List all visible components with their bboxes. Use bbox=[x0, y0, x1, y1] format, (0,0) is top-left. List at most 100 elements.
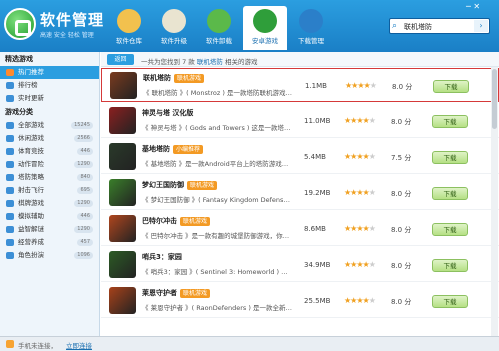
game-badge: 联机游戏 bbox=[180, 217, 211, 226]
game-thumbnail[interactable] bbox=[109, 143, 136, 170]
sidebar-item[interactable]: 角色扮演 1096 bbox=[0, 249, 99, 262]
game-row[interactable]: 巴特尔冲击 联机游戏《 巴特尔冲击 》是一款有趣的城堡防御游戏，你需要 ... 8.… bbox=[101, 212, 499, 246]
game-size: 5.4MB bbox=[304, 153, 326, 161]
game-size: 1.1MB bbox=[305, 82, 327, 90]
game-title[interactable]: 神灵与塔 汉化版 bbox=[142, 108, 193, 118]
game-row[interactable]: 联机塔防 联机游戏《 联机塔防 》( Monstroz ) 是一款塔防联机游戏 .… bbox=[101, 68, 499, 102]
nav-download-manager[interactable]: 下载管理 bbox=[289, 6, 333, 50]
scrollbar[interactable] bbox=[491, 67, 498, 336]
sidebar-item[interactable]: 益智解谜 1290 bbox=[0, 223, 99, 236]
rating-stars: ★★★★★ bbox=[345, 81, 377, 90]
sidebar-item-label: 全部游戏 bbox=[18, 121, 44, 129]
sidebar-item[interactable]: 棋牌游戏 1290 bbox=[0, 197, 99, 210]
item-count-badge: 15245 bbox=[71, 122, 93, 129]
sidebar-item[interactable]: 动作冒险 1290 bbox=[0, 158, 99, 171]
game-title[interactable]: 梦幻王国防御 联机游戏 bbox=[142, 180, 218, 190]
sidebar: 精选游戏 热门推荐 排行榜 实时更新 游戏分类 全部游戏 15245 休闲游戏 2566 体… bbox=[0, 52, 100, 336]
search-input[interactable]: 联机塔防 bbox=[404, 22, 432, 32]
category-icon bbox=[6, 174, 14, 181]
game-title[interactable]: 莱恩守护者 联机游戏 bbox=[142, 288, 211, 298]
rating-stars: ★★★★★ bbox=[344, 152, 376, 161]
scrollbar-thumb[interactable] bbox=[492, 69, 497, 129]
game-row[interactable]: 莱恩守护者 联机游戏《 莱恩守护者 》( RaonDefenders ) 是一款全… bbox=[101, 284, 499, 318]
sidebar-item[interactable]: 模拟辅助 446 bbox=[0, 210, 99, 223]
star-icon: ★ bbox=[368, 224, 376, 233]
sidebar-item[interactable]: 排行榜 bbox=[0, 79, 99, 92]
window-controls[interactable]: ─ ✕ bbox=[466, 2, 480, 11]
connect-link[interactable]: 立即连接 bbox=[66, 340, 92, 350]
item-count-badge: 1096 bbox=[74, 252, 93, 259]
game-badge: 联机游戏 bbox=[180, 289, 211, 298]
sidebar-item[interactable]: 射击飞行 695 bbox=[0, 184, 99, 197]
download-button[interactable]: 下载 bbox=[432, 295, 468, 308]
download-icon bbox=[299, 9, 323, 33]
sidebar-item-label: 经营养成 bbox=[18, 238, 44, 246]
download-button[interactable]: 下载 bbox=[432, 115, 468, 128]
item-count-badge: 1290 bbox=[74, 200, 93, 207]
sidebar-item-label: 模拟辅助 bbox=[18, 212, 44, 220]
game-thumbnail[interactable] bbox=[109, 251, 136, 278]
nav-software-store[interactable]: 软件仓库 bbox=[107, 6, 151, 50]
sidebar-item-label: 角色扮演 bbox=[18, 251, 44, 259]
rating-stars: ★★★★★ bbox=[344, 116, 376, 125]
download-button[interactable]: 下载 bbox=[432, 223, 468, 236]
game-thumbnail[interactable] bbox=[109, 179, 136, 206]
game-row[interactable]: 哨兵3：家园《 哨兵3：家园 》( Sentinel 3: Homeworld … bbox=[101, 248, 499, 282]
category-icon bbox=[6, 213, 14, 220]
game-description: 《 神灵与塔 》( Gods and Towers ) 这是一款塔防游戏 ... bbox=[142, 124, 292, 132]
game-description: 《 梦幻王国防御 》( Fantasy Kingdom Defense ) ..… bbox=[142, 196, 292, 204]
nav-software-uninstall[interactable]: 软件卸载 bbox=[197, 6, 241, 50]
sidebar-item-label: 热门推荐 bbox=[18, 68, 44, 76]
sidebar-item[interactable]: 体育竞技 446 bbox=[0, 145, 99, 158]
game-row[interactable]: 神灵与塔 汉化版《 神灵与塔 》( Gods and Towers ) 这是一款… bbox=[101, 104, 499, 138]
sidebar-item-label: 塔防策略 bbox=[18, 173, 44, 181]
game-description: 《 联机塔防 》( Monstroz ) 是一款塔防联机游戏 ... bbox=[143, 89, 293, 97]
search-button[interactable]: › bbox=[474, 20, 488, 32]
download-button[interactable]: 下载 bbox=[432, 187, 468, 200]
category-icon bbox=[6, 82, 14, 89]
game-row[interactable]: 基地塔防小编推荐《 基地塔防 》是一款Android平台上的塔防游戏的小游 ..… bbox=[101, 140, 499, 174]
game-thumbnail[interactable] bbox=[109, 287, 136, 314]
star-icon: ★ bbox=[368, 152, 376, 161]
category-icon bbox=[6, 148, 14, 155]
sidebar-item-label: 体育竞技 bbox=[18, 147, 44, 155]
download-button[interactable]: 下载 bbox=[433, 80, 469, 93]
star-icon: ★ bbox=[368, 188, 376, 197]
game-score: 8.0 分 bbox=[391, 190, 412, 198]
game-thumbnail[interactable] bbox=[109, 215, 136, 242]
upgrade-icon bbox=[162, 9, 186, 33]
category-icon bbox=[6, 239, 14, 246]
sidebar-item-label: 休闲游戏 bbox=[18, 134, 44, 142]
item-count-badge: 446 bbox=[77, 213, 93, 220]
result-bar: 返回 一共为您找到 7 款 联机塔防 相关的游戏 bbox=[101, 52, 499, 67]
sidebar-item[interactable]: 热门推荐 bbox=[0, 66, 99, 79]
rating-stars: ★★★★★ bbox=[344, 188, 376, 197]
phone-icon bbox=[6, 340, 14, 348]
game-size: 25.5MB bbox=[304, 297, 331, 305]
nav-label: 软件升级 bbox=[161, 37, 187, 45]
sidebar-item[interactable]: 休闲游戏 2566 bbox=[0, 132, 99, 145]
item-count-badge: 695 bbox=[77, 187, 93, 194]
game-title[interactable]: 基地塔防 小编推荐 bbox=[142, 144, 204, 154]
sidebar-item[interactable]: 实时更新 bbox=[0, 92, 99, 105]
category-icon bbox=[6, 252, 14, 259]
game-title[interactable]: 哨兵3：家园 bbox=[142, 252, 182, 262]
rating-stars: ★★★★★ bbox=[344, 296, 376, 305]
sidebar-item[interactable]: 塔防策略 840 bbox=[0, 171, 99, 184]
game-thumbnail[interactable] bbox=[110, 72, 137, 99]
game-thumbnail[interactable] bbox=[109, 107, 136, 134]
sidebar-item-label: 动作冒险 bbox=[18, 160, 44, 168]
back-button[interactable]: 返回 bbox=[107, 54, 134, 65]
sidebar-item[interactable]: 经营养成 457 bbox=[0, 236, 99, 249]
game-title[interactable]: 巴特尔冲击 联机游戏 bbox=[142, 216, 211, 226]
nav-android-games[interactable]: 安卓游戏 bbox=[243, 6, 287, 50]
game-row[interactable]: 梦幻王国防御 联机游戏《 梦幻王国防御 》( Fantasy Kingdom De… bbox=[101, 176, 499, 210]
download-button[interactable]: 下载 bbox=[432, 259, 468, 272]
game-name: 哨兵3：家园 bbox=[142, 253, 182, 261]
sidebar-item-label: 射击飞行 bbox=[18, 186, 44, 194]
game-title[interactable]: 联机塔防 联机游戏 bbox=[143, 73, 205, 83]
nav-software-upgrade[interactable]: 软件升级 bbox=[152, 6, 196, 50]
sidebar-item[interactable]: 全部游戏 15245 bbox=[0, 119, 99, 132]
download-button[interactable]: 下载 bbox=[432, 151, 468, 164]
search-box[interactable]: ⌕ 联机塔防 › bbox=[389, 18, 490, 34]
